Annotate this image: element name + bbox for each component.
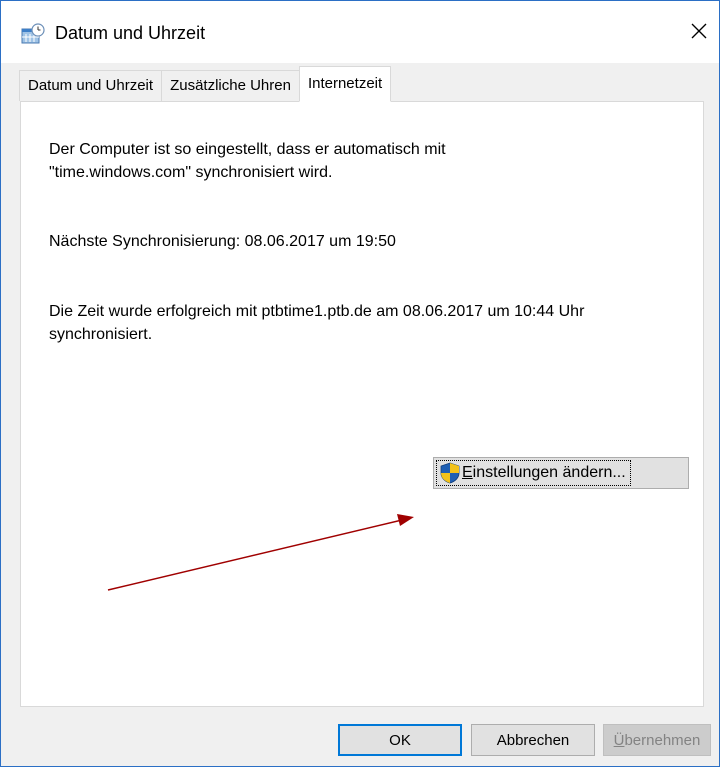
focus-rectangle: Einstellungen ändern... (436, 460, 631, 486)
tab-datum-und-uhrzeit[interactable]: Datum und Uhrzeit (19, 70, 163, 101)
sync-result-line2: synchronisiert. (49, 326, 153, 343)
apply-mnemonic: Ü (613, 731, 625, 749)
uac-shield-icon (440, 462, 460, 484)
apply-button[interactable]: Übernehmen (603, 724, 711, 756)
sync-config-text: Der Computer ist so eingestellt, dass er… (49, 138, 689, 184)
tab-internetzeit[interactable]: Internetzeit (298, 66, 392, 102)
window-title: Datum und Uhrzeit (55, 23, 206, 43)
sync-result-line1: Die Zeit wurde erfolgreich mit ptbtime1.… (49, 303, 585, 320)
ok-button[interactable]: OK (338, 724, 462, 756)
title-bar: Datum und Uhrzeit (1, 1, 719, 63)
sync-result-text: Die Zeit wurde erfolgreich mit ptbtime1.… (49, 300, 699, 346)
close-icon (691, 23, 707, 39)
cancel-button[interactable]: Abbrechen (471, 724, 595, 756)
dialog-window: Datum und Uhrzeit Datum und Uhrzeit Zusä… (0, 0, 720, 767)
tab-zusaetzliche-uhren[interactable]: Zusätzliche Uhren (161, 70, 300, 101)
sync-config-line2: "time.windows.com" synchronisiert wird. (49, 164, 333, 181)
settings-mnemonic: E (462, 464, 473, 481)
next-sync-text: Nächste Synchronisierung: 08.06.2017 um … (49, 233, 396, 250)
clock-calendar-icon (21, 23, 45, 44)
tab-panel-internetzeit: Der Computer ist so eingestellt, dass er… (20, 101, 704, 707)
sync-config-line1: Der Computer ist so eingestellt, dass er… (49, 141, 446, 158)
tab-strip: Datum und Uhrzeit Zusätzliche Uhren Inte… (19, 66, 392, 102)
settings-label: instellungen ändern... (472, 464, 626, 481)
apply-label: bernehmen (624, 731, 701, 749)
change-settings-button[interactable]: Einstellungen ändern... (433, 457, 689, 489)
close-button[interactable] (679, 11, 719, 51)
